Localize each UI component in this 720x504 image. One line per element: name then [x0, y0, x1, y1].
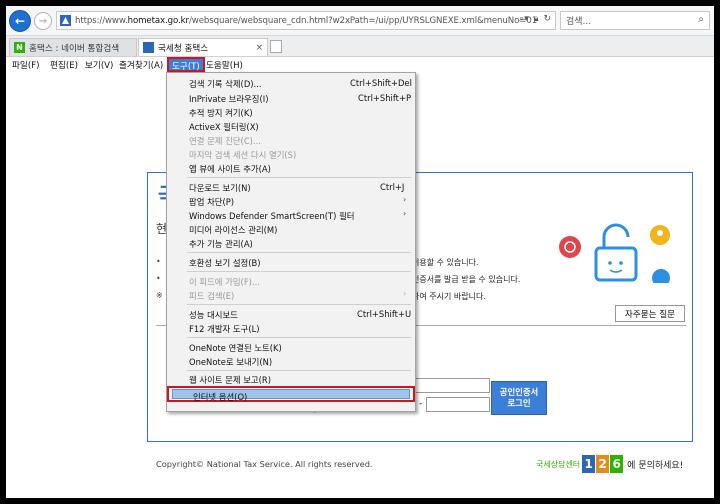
tab-hometax[interactable]: 국세청 홈택스 ×	[138, 38, 268, 56]
faq-button[interactable]: 자주묻는 질문	[615, 305, 685, 322]
menu-item-add-site-app-view[interactable]: 앱 뷰에 사이트 추가(A)	[189, 163, 271, 175]
forward-button[interactable]: →	[34, 12, 52, 30]
menu-item-label: 인터넷 옵션(O)	[193, 392, 248, 402]
menu-separator	[187, 271, 411, 272]
menu-item-delete-history[interactable]: 검색 기록 삭제(D)...	[189, 78, 262, 90]
menu-item-internet-options[interactable]: 인터넷 옵션(O)	[172, 389, 410, 402]
lock-icon[interactable]: 🔒︎	[534, 14, 539, 24]
menu-file[interactable]: 파일(F)	[12, 59, 39, 71]
menu-item-reopen-session: 마지막 검색 세션 다시 열기(S)	[189, 150, 297, 160]
shortcut-text: Ctrl+Shift+U	[357, 309, 412, 319]
copyright-text: Copyright© National Tax Service. All rig…	[156, 459, 373, 469]
menu-favorites[interactable]: 즐겨찾기(A)	[119, 59, 163, 71]
back-button[interactable]: ←	[9, 10, 31, 32]
url-input[interactable]: https://www.hometax.go.kr/websquare/webs…	[56, 11, 556, 30]
id-number-back-input[interactable]	[426, 397, 490, 412]
browser-window: ← → https://www.hometax.go.kr/websquare/…	[6, 6, 714, 498]
bullet: ※	[156, 291, 163, 300]
menu-item-smartscreen[interactable]: Windows Defender SmartScreen(T) 필터	[189, 210, 354, 222]
site-favicon-icon	[60, 15, 71, 26]
menu-item-view-downloads[interactable]: 다운로드 보기(N)	[189, 182, 251, 194]
menu-edit[interactable]: 편집(E)	[50, 59, 78, 71]
contact-digit: 2	[596, 455, 610, 473]
menu-item-performance-dashboard[interactable]: 성능 대시보드	[189, 309, 238, 321]
tools-dropdown-menu: 검색 기록 삭제(D)... Ctrl+Shift+Del InPrivate …	[166, 72, 416, 412]
url-text: https://www.hometax.go.kr/websquare/webs…	[75, 15, 538, 26]
new-tab-button[interactable]	[270, 40, 282, 53]
contact-prefix: 국세상담센터	[536, 459, 581, 469]
menu-separator	[187, 337, 411, 338]
menu-item-manage-addons[interactable]: 추가 기능 관리(A)	[189, 238, 253, 250]
menu-item-feed-discovery: 피드 검색(E)	[189, 291, 235, 301]
menu-separator	[187, 370, 411, 371]
menu-separator	[187, 304, 411, 305]
menu-separator	[187, 252, 411, 253]
menu-item-inprivate[interactable]: InPrivate 브라우징(I)	[189, 93, 268, 105]
shortcut-text: Ctrl+Shift+P	[358, 93, 412, 103]
menu-item-activex-filtering[interactable]: ActiveX 필터링(X)	[189, 121, 259, 133]
internet-options-highlight: 인터넷 옵션(O)	[167, 386, 415, 402]
address-bar: ← → https://www.hometax.go.kr/websquare/…	[6, 6, 714, 36]
tab-label: 국세청 홈택스	[158, 43, 209, 54]
menu-separator	[187, 177, 411, 178]
cert-login-button[interactable]: 공인인증서 로그인	[491, 381, 547, 415]
menu-bar: 파일(F) 편집(E) 보기(V) 즐겨찾기(A) 도구(T) 도움말(H)	[6, 57, 714, 72]
bullet: •	[156, 257, 161, 266]
info-text: 이용할 수 있습니다.	[412, 258, 479, 267]
contact-digit: 1	[582, 455, 596, 473]
shortcut-text: Ctrl+Shift+Del	[350, 78, 412, 88]
menu-item-report-problem[interactable]: 웹 사이트 문제 보고(R)	[189, 374, 271, 386]
menu-help[interactable]: 도움말(H)	[206, 59, 243, 71]
search-icon[interactable]: ⌕	[698, 14, 704, 25]
cert-button-label: 공인인증서	[499, 387, 539, 397]
menu-item-popup-blocker[interactable]: 팝업 차단(P)	[189, 196, 234, 208]
tab-label: 홈택스 : 네이버 통합검색	[29, 43, 120, 54]
submenu-arrow-icon: ›	[403, 195, 407, 204]
shortcut-text: Ctrl+J	[380, 182, 405, 192]
info-text: 하여 주시기 바랍니다.	[412, 292, 486, 301]
menu-item-onenote-linked[interactable]: OneNote 연결된 노트(K)	[189, 342, 282, 354]
back-arrow-icon: ←	[14, 14, 26, 28]
menu-view[interactable]: 보기(V)	[85, 59, 113, 71]
submenu-arrow-icon: ›	[403, 289, 407, 298]
forward-arrow-icon: →	[38, 15, 48, 27]
search-dropdown-icon[interactable]: ⌕▾	[519, 14, 529, 24]
menu-tools[interactable]: 도구(T)	[167, 57, 205, 72]
search-placeholder: 검색...	[566, 17, 592, 27]
menu-item-media-license[interactable]: 미디어 라이선스 관리(M)	[189, 224, 277, 236]
menu-item-diagnose-connection: 연결 문제 진단(C)...	[189, 136, 261, 146]
tab-close-icon[interactable]: ×	[256, 43, 263, 53]
refresh-icon[interactable]: ↻	[543, 14, 551, 24]
contact-banner[interactable]: 국세상담센터 1 2 6 에 문의하세요!	[536, 455, 683, 473]
info-text: 인증서를 발급 받을 수 있습니다.	[412, 275, 521, 284]
hometax-favicon-icon	[143, 42, 154, 53]
submenu-arrow-icon: ›	[403, 209, 407, 218]
contact-suffix: 에 문의하세요!	[627, 460, 684, 471]
menu-item-send-onenote[interactable]: OneNote로 보내기(N)	[189, 356, 272, 368]
menu-item-dev-tools[interactable]: F12 개발자 도구(L)	[189, 323, 260, 335]
naver-favicon-icon: N	[14, 42, 25, 53]
lock-illustration-icon	[559, 223, 670, 283]
contact-digit: 6	[610, 455, 624, 473]
cert-button-label: 로그인	[507, 398, 531, 408]
menu-item-subscribe-feed: 이 피드에 가입(F)...	[189, 277, 260, 287]
menu-item-compat-view[interactable]: 호환성 보기 설정(B)	[189, 257, 261, 269]
menu-item-tracking-protection[interactable]: 추적 방지 켜기(K)	[189, 107, 253, 119]
tab-bar: N 홈택스 : 네이버 통합검색 국세청 홈택스 ×	[6, 36, 714, 57]
search-input[interactable]: 검색... ⌕	[560, 11, 710, 30]
tab-naver-search[interactable]: N 홈택스 : 네이버 통합검색	[9, 38, 137, 56]
bullet: •	[156, 274, 161, 283]
id-dash: -	[419, 399, 423, 409]
